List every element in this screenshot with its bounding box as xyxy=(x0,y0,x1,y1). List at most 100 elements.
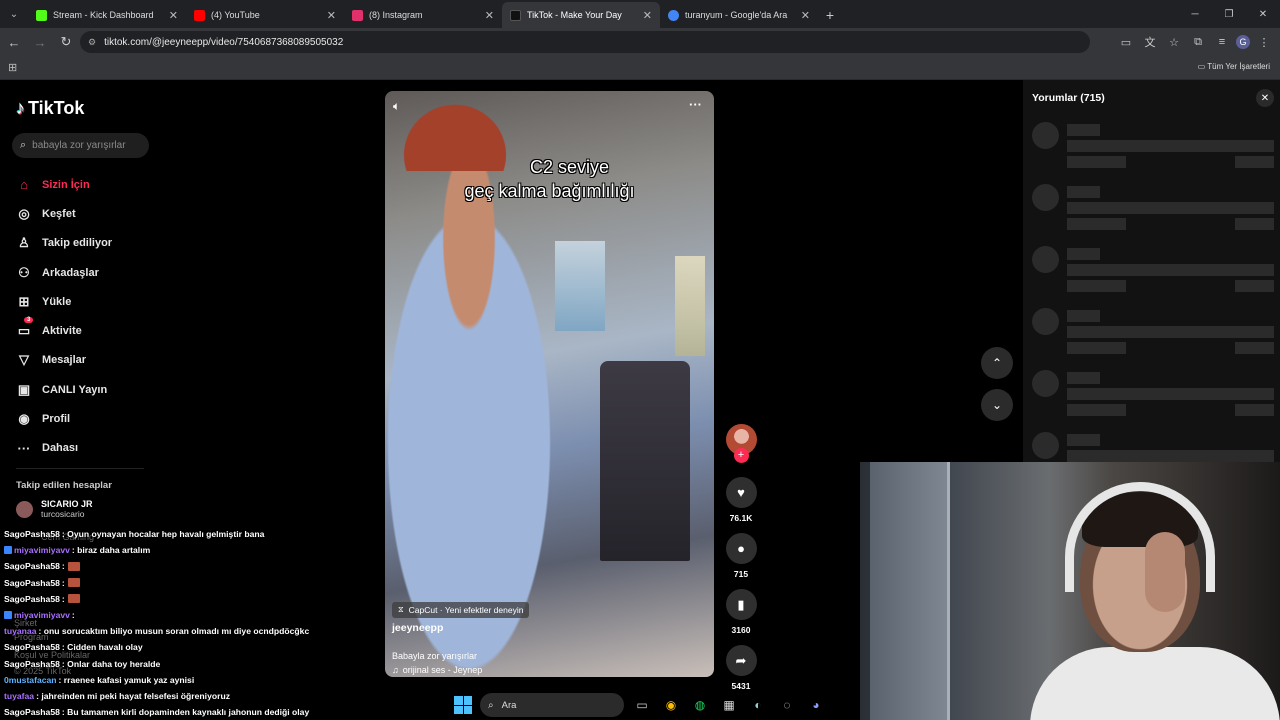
profile-avatar-icon[interactable]: G xyxy=(1236,35,1250,49)
tab-google[interactable]: turanyum - Google'da Ara ✕ xyxy=(660,2,818,28)
spotify-icon[interactable]: ◍ xyxy=(689,694,711,716)
tab-kick[interactable]: Stream - Kick Dashboard ✕ xyxy=(28,2,186,28)
discord-icon[interactable]: ◕ xyxy=(805,694,827,716)
chat-text: : xyxy=(71,610,75,621)
author-avatar[interactable]: + xyxy=(725,424,757,463)
skeleton-bar xyxy=(1067,156,1126,168)
skeleton-bar xyxy=(1067,326,1274,338)
video-author[interactable]: jeeyneepp xyxy=(392,622,443,634)
all-bookmarks[interactable]: ▭ Tüm Yer İşaretleri xyxy=(1198,62,1270,71)
search-input[interactable]: ⌕ babayla zor yarışırlar xyxy=(12,133,149,158)
save-button[interactable]: ▮ xyxy=(725,589,757,620)
sidebar-item-friends[interactable]: ⚇ Arkadaşlar xyxy=(16,258,156,287)
taskbar-search[interactable]: ⌕ Ara xyxy=(480,693,624,717)
sidebar-item-explore[interactable]: ◎ Keşfet xyxy=(16,199,156,228)
close-window-icon[interactable]: ✕ xyxy=(1246,0,1280,28)
video-description: Babayla zor yarışırlar xyxy=(392,651,478,661)
file-explorer-icon[interactable]: ▭ xyxy=(631,694,653,716)
media-control-icon[interactable]: ≡ xyxy=(1212,32,1232,52)
sidebar-item-messages[interactable]: ▽ Mesajlar xyxy=(16,346,156,375)
webcam-streamer-body xyxy=(1030,647,1280,720)
tiktok-note-icon: ♪ xyxy=(16,98,25,118)
forward-icon[interactable]: → xyxy=(28,30,52,54)
more-options-icon[interactable]: ··· xyxy=(689,97,702,112)
new-tab-button[interactable]: + xyxy=(818,2,842,28)
activity-icon: ▭ 3 xyxy=(16,317,34,339)
close-icon[interactable]: ✕ xyxy=(643,9,652,22)
bookmarks-bar: ⊞ ▭ Tüm Yer İşaretleri xyxy=(0,56,1280,80)
next-video-button[interactable]: ⌄ xyxy=(981,389,1013,421)
skeleton-avatar xyxy=(1032,370,1059,397)
skeleton-avatar xyxy=(1032,308,1059,335)
chevron-up-icon: ⌃ xyxy=(991,356,1003,370)
comment-skeleton xyxy=(1032,184,1277,240)
tab-youtube[interactable]: (4) YouTube ✕ xyxy=(186,2,344,28)
sidebar-item-more[interactable]: ··· Dahası xyxy=(16,434,156,463)
sidebar-item-profile[interactable]: ◉ Profil xyxy=(16,404,156,433)
follow-plus-icon[interactable]: + xyxy=(733,448,749,463)
google-icon xyxy=(668,9,679,21)
chat-text: : Onlar daha toy heralde xyxy=(61,658,161,669)
like-button[interactable]: ♥ xyxy=(725,477,757,508)
minimize-icon[interactable]: ─ xyxy=(1178,0,1212,28)
browser-tab-strip: ⌄ Stream - Kick Dashboard ✕ (4) YouTube … xyxy=(0,0,1280,28)
volume-icon[interactable]: 🔈︎ xyxy=(393,99,400,114)
apps-grid-icon[interactable]: ⊞ xyxy=(8,61,17,74)
close-icon[interactable]: ✕ xyxy=(169,9,178,22)
skeleton-bar xyxy=(1067,140,1274,152)
chat-text: : Bu tamamen kirli dopaminden kaynaklı j… xyxy=(61,707,310,718)
close-icon[interactable]: ✕ xyxy=(801,9,810,22)
comment-count: 715 xyxy=(733,569,749,579)
sidebar-item-for-you[interactable]: ⌂ Sizin İçin xyxy=(16,170,156,199)
previous-video-button[interactable]: ⌃ xyxy=(981,347,1013,379)
close-comments-button[interactable]: ✕ xyxy=(1256,89,1274,107)
close-icon[interactable]: ✕ xyxy=(327,9,336,22)
windows-taskbar: ⌕ Ara ▭ ◉ ◍ ▦ ◐ ◌ ◕ xyxy=(440,690,840,720)
sidebar-item-upload[interactable]: ⊞ Yükle xyxy=(16,287,156,316)
restore-icon[interactable]: ❐ xyxy=(1212,0,1246,28)
close-icon[interactable]: ✕ xyxy=(485,9,494,22)
sidebar-item-activity[interactable]: ▭ 3 Aktivite xyxy=(16,316,156,345)
url-field[interactable]: ⚙ tiktok.com/@jeeyneepp/video/7540687368… xyxy=(80,31,1090,53)
extensions-icon[interactable]: ⧉ xyxy=(1188,32,1208,52)
chat-username: SagoPasha58 xyxy=(4,642,60,653)
skeleton-avatar xyxy=(1032,122,1059,149)
tiktok-logo[interactable]: ♪ TikTok xyxy=(16,98,84,119)
cast-icon[interactable]: ▭ xyxy=(1116,32,1136,52)
chat-username: miyavimiyavv xyxy=(14,610,70,621)
sidebar-item-following[interactable]: ♙ Takip ediliyor xyxy=(16,229,156,258)
back-icon[interactable]: ← xyxy=(2,30,26,54)
capcut-tag[interactable]: ⧖ CapCut · Yeni efektler deneyin xyxy=(392,602,530,618)
chat-username: tuyafaa xyxy=(4,690,35,701)
app-icon[interactable]: ◌ xyxy=(776,694,798,716)
tab-search-icon[interactable]: ⌄ xyxy=(0,0,28,28)
skeleton-bar xyxy=(1235,342,1274,354)
video-sound[interactable]: ♫ orijinal ses - Jeynep xyxy=(392,665,482,675)
tab-instagram[interactable]: (8) Instagram ✕ xyxy=(344,2,502,28)
followed-account[interactable]: SICARIO JR turcosicario xyxy=(16,499,93,519)
chat-text: : jahreinden mi peki hayat felsefesi öğr… xyxy=(36,690,230,701)
skeleton-bar xyxy=(1235,156,1274,168)
video-player[interactable]: C2 seviye geç kalma bağımlılığı 🔈︎ ··· ⧖… xyxy=(385,91,714,677)
following-icon: ♙ xyxy=(18,235,30,251)
comment-skeleton xyxy=(1032,370,1277,426)
webcam-overlay xyxy=(860,462,1280,720)
skeleton-bar xyxy=(1067,248,1100,260)
site-info-icon[interactable]: ⚙ xyxy=(88,37,96,48)
windows-start-icon[interactable] xyxy=(454,696,472,714)
sidebar-item-live[interactable]: ▣ CANLI Yayın xyxy=(16,375,156,404)
comment-button[interactable]: ● xyxy=(725,533,757,564)
chrome-menu-icon[interactable]: ⋮ xyxy=(1254,32,1274,52)
chat-message: miyavimiyavv: biraz daha artalım xyxy=(4,542,334,558)
chat-text: : Oyun oynayan hocalar hep havalı gelmiş… xyxy=(61,529,265,540)
steam-icon[interactable]: ◐ xyxy=(747,694,769,716)
chat-text: : Cidden havalı olay xyxy=(61,642,143,653)
chrome-icon[interactable]: ◉ xyxy=(660,694,682,716)
translate-icon[interactable]: 文 xyxy=(1140,32,1160,52)
reload-icon[interactable]: ↻ xyxy=(54,30,78,54)
store-icon[interactable]: ▦ xyxy=(718,694,740,716)
bookmark-star-icon[interactable]: ☆ xyxy=(1164,32,1184,52)
share-button[interactable]: ➦ xyxy=(725,645,757,676)
skeleton-bar xyxy=(1235,280,1274,292)
tab-tiktok[interactable]: TikTok - Make Your Day ✕ xyxy=(502,2,660,28)
